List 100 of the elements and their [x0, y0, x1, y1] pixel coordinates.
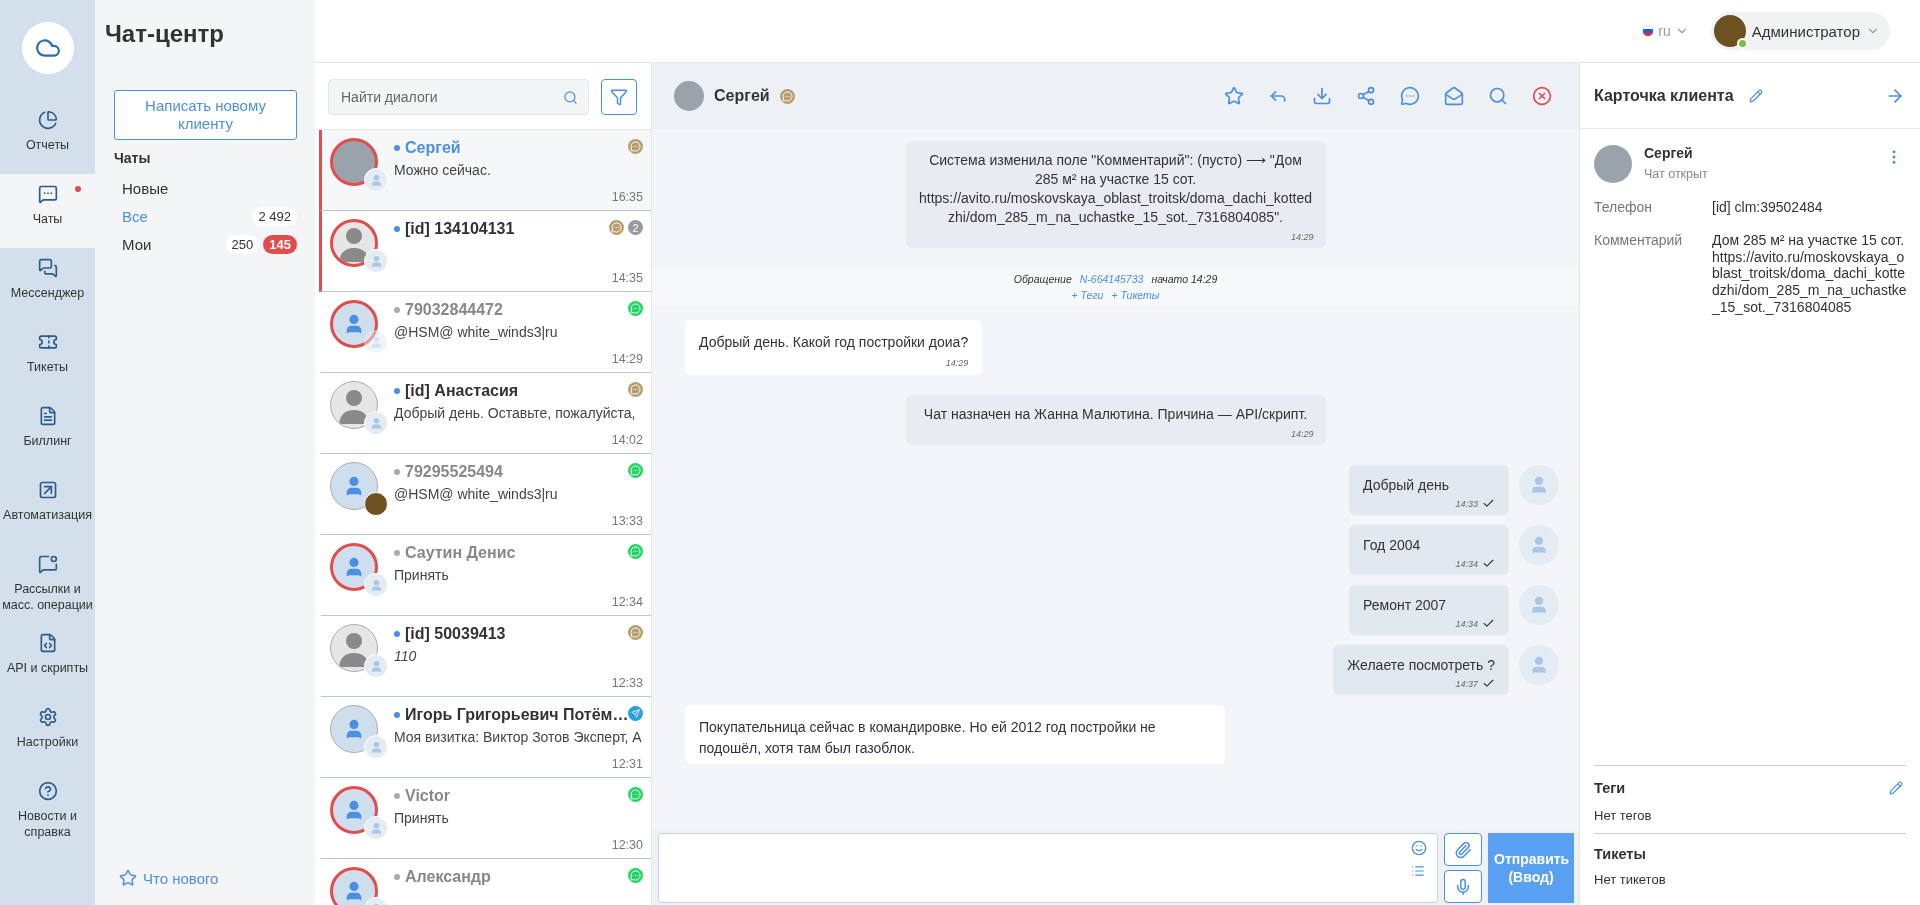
chat-notification-icon [37, 554, 58, 574]
chat-count: 2 492 [252, 206, 297, 226]
avatar [1519, 585, 1559, 626]
chat-status: Чат открыт [1644, 167, 1708, 181]
field-value: [id] clm:39502484 [1712, 199, 1824, 216]
message-preview: Можно сейчас. [394, 162, 492, 178]
cloud-logo-icon[interactable] [21, 22, 74, 74]
help-icon [37, 781, 58, 802]
message-time: 14:33 [1455, 498, 1478, 509]
message-time: 14:35 [611, 271, 643, 285]
nav-item[interactable]: Чаты [0, 174, 95, 248]
message-input[interactable] [658, 833, 1438, 903]
search-input[interactable]: Найти диалоги [339, 88, 563, 106]
avatar [1519, 525, 1559, 566]
avatar [1519, 645, 1559, 686]
paperclip-icon [1454, 840, 1472, 859]
person-icon [369, 335, 383, 349]
message-time: 12:30 [611, 838, 643, 852]
contact-name: 79032844472 [405, 301, 503, 319]
message-time: 14:02 [611, 433, 643, 447]
nav-item[interactable]: Отчеты [0, 100, 95, 174]
session-label: Обращение [1013, 272, 1072, 285]
message-text: Система изменила поле "Комментарий": (пусто) ⟶ "Дом 285 м² на участке 15 сот. https://avito.ru/moskovskaya_oblast_troitsk/doma_dachi_kottedzhi/dom_285_m_na_uchastke_15_sot._7316804085". [919, 152, 1312, 225]
photo-placeholder [1594, 145, 1632, 183]
chat-bubble-icon [37, 184, 58, 204]
pie-chart-icon [37, 110, 58, 130]
person-icon [369, 821, 383, 835]
filter-item[interactable]: Новые [95, 174, 315, 202]
message-preview: Добрый день. Оставьте, пожалуйста, [394, 405, 637, 421]
microphone-button[interactable] [1444, 870, 1482, 903]
nav-item[interactable]: Мессенджер [0, 248, 95, 322]
chat-list-item[interactable]: Сергей Можно сейчас. 16:35 [319, 130, 651, 211]
settings-icon [37, 707, 58, 728]
message-preview: @HSM@ white_winds3|ru [394, 324, 559, 340]
person-icon [369, 578, 383, 592]
smile-icon[interactable] [1411, 840, 1427, 856]
funnel-icon [610, 88, 628, 106]
flag-icon [1642, 25, 1655, 37]
empty-text: Нет тегов [1594, 808, 1653, 823]
chat-bubbles-icon [37, 258, 58, 278]
message-time: 12:33 [611, 676, 643, 690]
ticket-icon [37, 332, 58, 352]
message-text: Чат назначен на Жанна Малютина. Причина — API/скрипт. [923, 406, 1308, 423]
field-value: Дом 285 м² на участке 15 сот. https://avito.ru/moskovskaya_oblast_troitsk/doma_dachi_kottedzhi/dom_285_m_na_uchastke_15_sot._7316804085 [1712, 231, 1908, 316]
filter-button[interactable] [601, 79, 637, 115]
client-name: Сергей [1644, 145, 1694, 161]
contact-name: Сергей [405, 139, 461, 157]
chat-list-item[interactable]: [id] 134104131 2 14:35 [319, 211, 651, 292]
section-title: Чаты [114, 150, 152, 166]
microphone-icon [1454, 877, 1472, 896]
message-preview: Принять [394, 567, 450, 583]
nav-item[interactable]: Настройки [0, 697, 95, 772]
contact-name: [id] 134104131 [405, 220, 515, 238]
message-time: 14:29 [945, 356, 969, 370]
message-text: Добрый день. Какой год постройки доиа? [699, 333, 969, 350]
section-title: Теги [1594, 780, 1626, 796]
attach-button[interactable] [1444, 833, 1482, 866]
message-time: 12:34 [611, 595, 643, 609]
search-field[interactable]: Найти диалоги [328, 79, 589, 115]
avatar [1519, 465, 1559, 506]
card-title: Карточка клиента [1594, 86, 1734, 105]
field-label: Комментарий [1594, 231, 1684, 250]
contact-name: Сергей [714, 87, 770, 105]
person-icon [369, 254, 383, 268]
message-time: 13:33 [611, 514, 643, 528]
filter-item[interactable]: Все 2 492 [95, 202, 315, 230]
message-time: 14:29 [1290, 230, 1314, 243]
list-icon[interactable] [1411, 864, 1425, 878]
message-time: 14:29 [611, 352, 643, 366]
message-time: 16:35 [611, 190, 643, 204]
contact-name: Александр [405, 868, 491, 886]
nav-item[interactable]: Рассылки и масс. операции [0, 544, 95, 624]
message-time: 14:34 [1455, 618, 1478, 629]
person-icon [369, 173, 383, 187]
page-title: Чат-центр [105, 20, 225, 48]
nav-item[interactable]: Биллинг [0, 396, 95, 470]
message-text: Покупательница сейчас в командировке. Но ей 2012 год постройки не подошёл, хотя там был газоблок. [699, 719, 1156, 757]
filter-item[interactable]: Мои 250 145 [95, 230, 315, 258]
nav-item[interactable]: API и скрипты [0, 623, 95, 698]
unread-count: 2 [628, 220, 643, 235]
message-text: Добрый день [1363, 477, 1449, 494]
message-text: Ремонт 2007 [1363, 597, 1447, 614]
nav-item[interactable]: Автоматизация [0, 470, 95, 544]
user-menu[interactable]: Администратор [1710, 12, 1890, 50]
contact-name: [id] Анастасия [405, 382, 519, 400]
nav-item[interactable]: Тикеты [0, 322, 95, 396]
star-icon [119, 869, 137, 887]
person-icon [369, 416, 383, 430]
message-text: Желаете посмотреть ? [1347, 657, 1495, 674]
empty-text: Нет тикетов [1594, 872, 1667, 887]
field-label: Телефон [1594, 199, 1654, 216]
chat-bubble-icon [779, 88, 795, 104]
person-icon [369, 740, 383, 754]
session-start: начато 14:29 [1151, 272, 1218, 285]
contact-name: Саутин Денис [405, 544, 516, 562]
nav-item[interactable]: Новости и справка [0, 771, 95, 851]
message-preview: @HSM@ white_winds3|ru [394, 486, 559, 502]
unread-badge: 145 [263, 234, 297, 254]
message-time: 14:34 [1455, 558, 1478, 569]
message-time: 14:37 [1455, 678, 1478, 689]
